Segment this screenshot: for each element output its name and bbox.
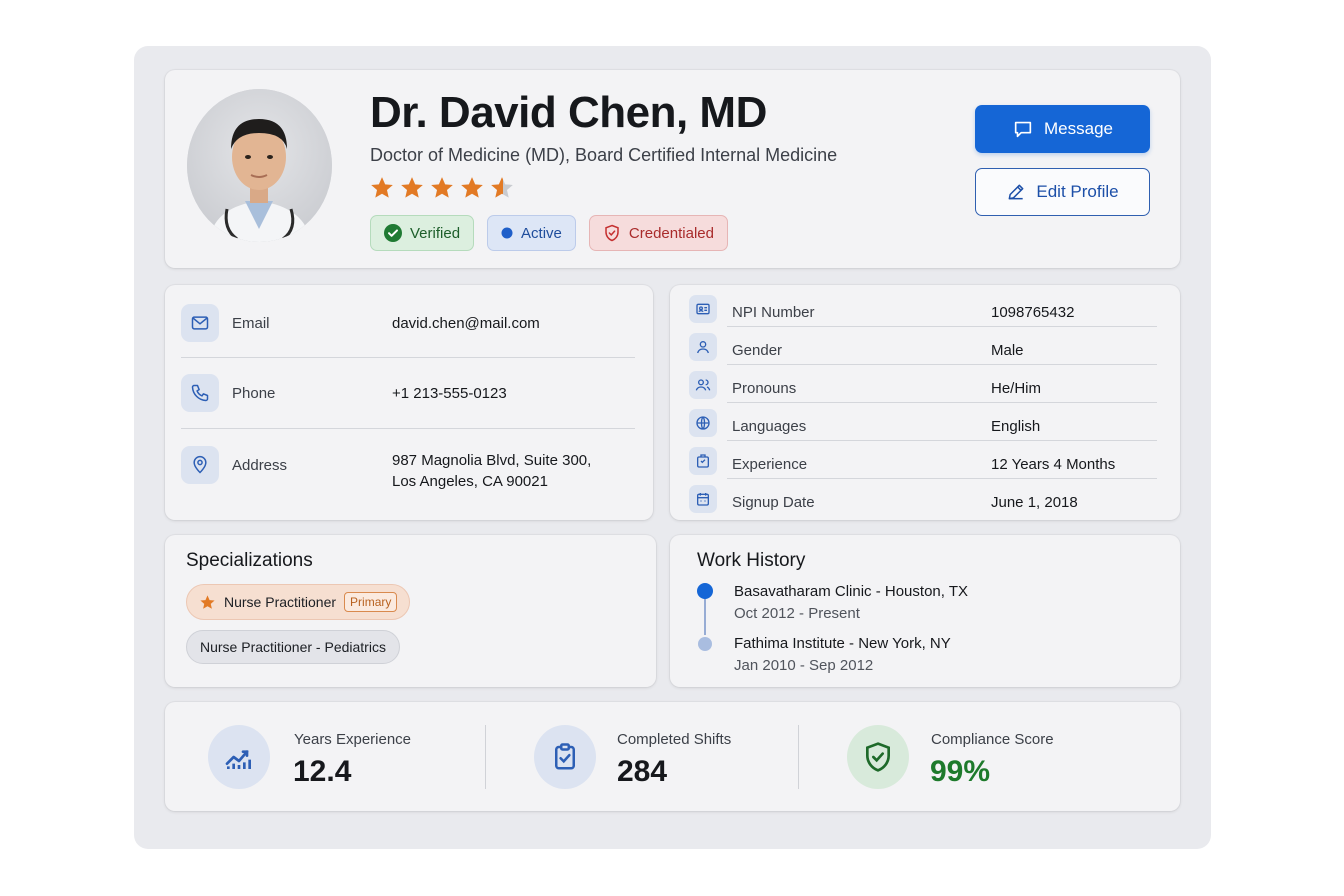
stat-label: Completed Shifts xyxy=(617,731,732,748)
status-badges: Verified Active Credentialed xyxy=(370,215,728,251)
trending-up-icon xyxy=(208,725,270,789)
specializations-title: Specializations xyxy=(186,550,313,571)
work-history-title: Work History xyxy=(697,550,806,571)
signup-date-value: June 1, 2018 xyxy=(991,494,1078,511)
edit-profile-button-label: Edit Profile xyxy=(1036,182,1119,201)
credentialed-badge: Credentialed xyxy=(588,215,728,251)
contact-row-phone: Phone +1 213-555-0123 xyxy=(181,374,635,412)
languages-value: English xyxy=(991,418,1041,435)
contact-row-email: Email david.chen@mail.com xyxy=(181,304,635,342)
star-icon xyxy=(431,177,453,198)
star-icon xyxy=(401,177,423,198)
badge-label: Credentialed xyxy=(628,224,714,242)
divider xyxy=(798,725,799,789)
phone-icon xyxy=(181,374,219,412)
detail-row-signup-date: Signup Date June 1, 2018 xyxy=(689,479,1157,517)
stat-value-years: 12.4 xyxy=(293,755,352,788)
star-icon xyxy=(461,177,483,198)
stat-value-compliance: 99% xyxy=(930,755,991,788)
edit-profile-button[interactable]: Edit Profile xyxy=(975,168,1150,216)
doctor-credentials: Doctor of Medicine (MD), Board Certified… xyxy=(370,145,838,165)
detail-label: Experience xyxy=(732,456,808,473)
divider xyxy=(181,428,635,429)
star-icon xyxy=(200,594,215,609)
dot-icon xyxy=(501,227,513,239)
detail-label: NPI Number xyxy=(732,304,815,321)
work-entry-title: Fathima Institute - New York, NY xyxy=(734,635,951,652)
detail-row-languages: Languages English xyxy=(689,403,1157,441)
email-value[interactable]: david.chen@mail.com xyxy=(392,313,540,334)
contact-label: Address xyxy=(232,457,288,474)
contact-row-address: Address 987 Magnolia Blvd, Suite 300, Lo… xyxy=(181,445,635,490)
stat-label: Compliance Score xyxy=(931,731,1054,748)
mail-icon xyxy=(181,304,219,342)
timeline-dot-current xyxy=(697,583,713,599)
contact-label: Phone xyxy=(232,385,276,402)
detail-label: Gender xyxy=(732,342,783,359)
message-button[interactable]: Message xyxy=(975,105,1150,153)
address-value: 987 Magnolia Blvd, Suite 300, Los Angele… xyxy=(392,450,591,492)
rating-stars xyxy=(369,175,515,203)
calendar-icon xyxy=(689,485,717,513)
detail-row-pronouns: Pronouns He/Him xyxy=(689,365,1157,403)
address-line-2: Los Angeles, CA 90021 xyxy=(392,473,548,490)
badge-label: Verified xyxy=(410,224,461,242)
clipboard-check-icon xyxy=(534,725,596,789)
specialization-label: Nurse Practitioner - Pediatrics xyxy=(200,639,386,655)
divider xyxy=(181,357,635,358)
id-card-icon xyxy=(689,295,717,323)
users-icon xyxy=(689,371,717,399)
timeline-dot-past xyxy=(698,637,712,651)
pencil-icon xyxy=(1008,184,1024,200)
address-line-1: 987 Magnolia Blvd, Suite 300, xyxy=(392,452,592,469)
chat-bubble-icon xyxy=(1014,121,1032,138)
map-pin-icon xyxy=(181,446,219,484)
star-icon xyxy=(371,177,393,198)
work-entry-dates: Jan 2010 - Sep 2012 xyxy=(734,657,874,674)
avatar xyxy=(187,89,332,242)
npi-value: 1098765432 xyxy=(991,304,1075,321)
briefcase-icon xyxy=(689,447,717,475)
check-circle-icon xyxy=(384,224,402,242)
detail-label: Languages xyxy=(732,418,807,435)
divider xyxy=(485,725,486,789)
contact-label: Email xyxy=(232,315,270,332)
detail-label: Signup Date xyxy=(732,494,815,511)
timeline-line xyxy=(704,598,706,635)
stat-label: Years Experience xyxy=(294,731,412,748)
active-badge: Active xyxy=(487,215,576,251)
specialization-label: Nurse Practitioner xyxy=(224,594,337,610)
detail-row-gender: Gender Male xyxy=(689,327,1157,365)
specialization-chip[interactable]: Nurse Practitioner - Pediatrics xyxy=(186,630,400,664)
half-star-icon xyxy=(491,177,513,198)
work-entry-dates: Oct 2012 - Present xyxy=(734,605,860,622)
detail-label: Pronouns xyxy=(732,380,797,397)
globe-icon xyxy=(689,409,717,437)
message-button-label: Message xyxy=(1044,119,1113,138)
verified-badge: Verified xyxy=(370,215,475,251)
shield-check-icon xyxy=(847,725,909,789)
work-entry-title: Basavatharam Clinic - Houston, TX xyxy=(734,583,968,600)
stat-value-shifts: 284 xyxy=(617,755,668,788)
phone-value[interactable]: +1 213-555-0123 xyxy=(392,383,507,404)
detail-row-experience: Experience 12 Years 4 Months xyxy=(689,441,1157,479)
shield-check-icon xyxy=(605,224,619,242)
specialization-chip-primary[interactable]: Nurse Practitioner Primary xyxy=(186,584,411,620)
primary-tag: Primary xyxy=(344,592,398,612)
detail-row-npi: NPI Number 1098765432 xyxy=(689,289,1157,327)
badge-label: Active xyxy=(521,224,562,242)
gender-value: Male xyxy=(991,342,1024,359)
pronouns-value: He/Him xyxy=(991,380,1042,397)
experience-value: 12 Years 4 Months xyxy=(991,456,1116,473)
doctor-name: Dr. David Chen, MD xyxy=(370,88,767,137)
user-icon xyxy=(689,333,717,361)
